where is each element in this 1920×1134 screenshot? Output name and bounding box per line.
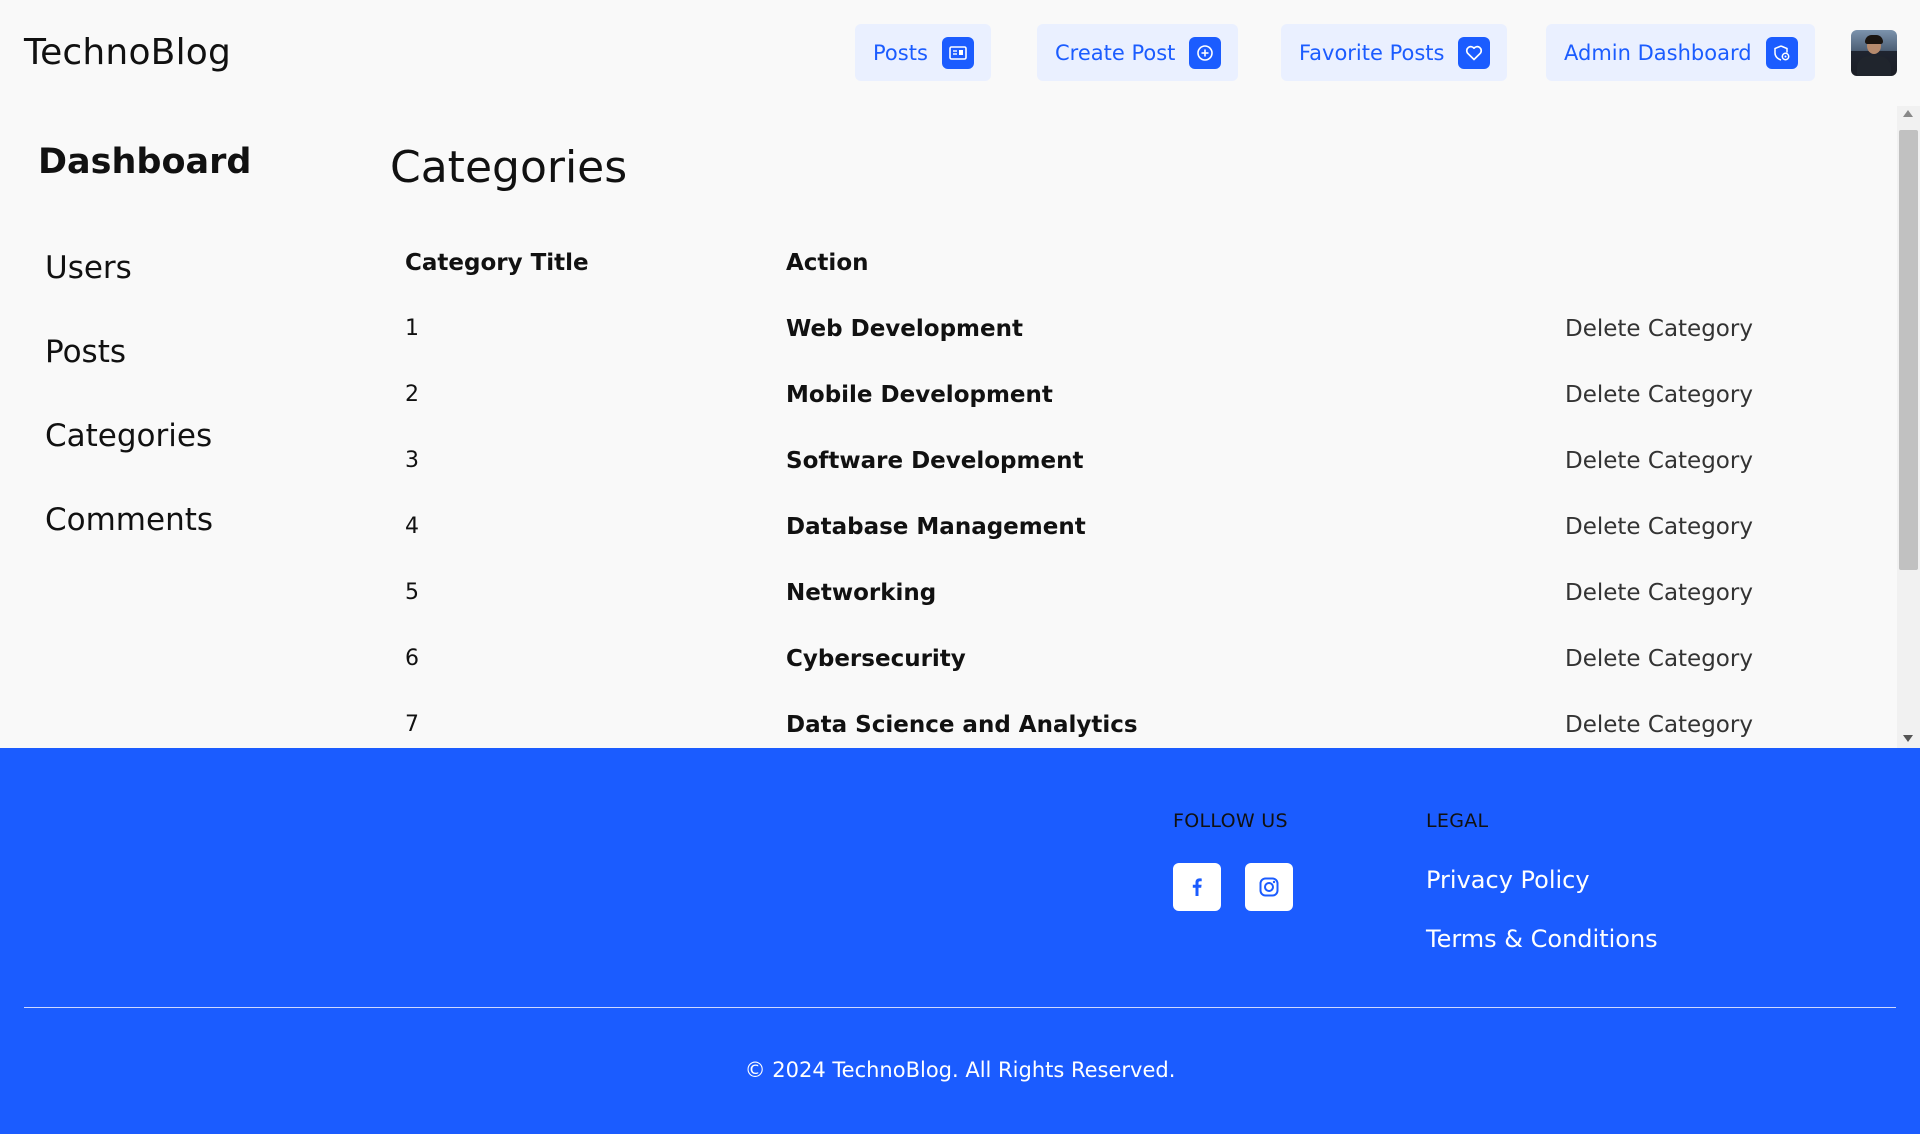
sidebar-title: Dashboard: [38, 142, 252, 182]
nav-create-post-label: Create Post: [1055, 40, 1176, 65]
table-row: 1 Web Development Delete Category: [0, 316, 1880, 382]
category-title: Data Science and Analytics: [786, 712, 1138, 738]
page-title: Categories: [390, 142, 628, 193]
admin-shield-icon: [1765, 36, 1798, 69]
nav-admin-dashboard-label: Admin Dashboard: [1564, 40, 1752, 65]
delete-category-button[interactable]: Delete Category: [1565, 448, 1753, 474]
row-number: 7: [405, 712, 419, 737]
table-row: 2 Mobile Development Delete Category: [0, 382, 1880, 448]
table-row: 4 Database Management Delete Category: [0, 514, 1880, 580]
delete-category-button[interactable]: Delete Category: [1565, 514, 1753, 540]
nav-create-post-button[interactable]: Create Post: [1037, 24, 1239, 81]
scroll-down-arrow-icon[interactable]: [1903, 735, 1913, 742]
sidebar-item-users[interactable]: Users: [45, 250, 132, 286]
category-title: Web Development: [786, 316, 1023, 342]
instagram-icon: [1259, 877, 1279, 897]
privacy-policy-link[interactable]: Privacy Policy: [1426, 866, 1590, 894]
copyright-text: © 2024 TechnoBlog. All Rights Reserved.: [744, 1058, 1176, 1082]
avatar-body: [1857, 56, 1891, 76]
table-row: 3 Software Development Delete Category: [0, 448, 1880, 514]
category-title: Database Management: [786, 514, 1086, 540]
follow-us-heading: FOLLOW US: [1173, 810, 1288, 832]
nav-posts-label: Posts: [873, 40, 928, 65]
column-header-action: Action: [786, 250, 869, 276]
nav-admin-dashboard-button[interactable]: Admin Dashboard: [1546, 24, 1815, 81]
user-avatar[interactable]: [1851, 30, 1897, 76]
category-title: Cybersecurity: [786, 646, 966, 672]
table-row: 5 Networking Delete Category: [0, 580, 1880, 646]
category-title: Software Development: [786, 448, 1084, 474]
newspaper-icon: [941, 36, 974, 69]
delete-category-button[interactable]: Delete Category: [1565, 712, 1753, 738]
instagram-button[interactable]: [1245, 863, 1293, 911]
page-scrollbar[interactable]: [1897, 106, 1920, 748]
nav-favorite-posts-button[interactable]: Favorite Posts: [1281, 24, 1508, 81]
category-title: Networking: [786, 580, 937, 606]
site-footer: FOLLOW US LEGAL Privacy Policy Terms & C…: [0, 748, 1920, 1134]
facebook-icon: [1192, 878, 1202, 896]
row-number: 6: [405, 646, 419, 671]
delete-category-button[interactable]: Delete Category: [1565, 646, 1753, 672]
nav-favorite-posts-label: Favorite Posts: [1299, 40, 1445, 65]
facebook-button[interactable]: [1173, 863, 1221, 911]
row-number: 4: [405, 514, 419, 539]
row-number: 2: [405, 382, 419, 407]
row-number: 5: [405, 580, 419, 605]
site-logo[interactable]: TechnoBlog: [24, 32, 231, 73]
heart-icon: [1458, 36, 1491, 69]
scroll-up-arrow-icon[interactable]: [1903, 110, 1913, 117]
footer-divider: [24, 1007, 1896, 1008]
scroll-thumb[interactable]: [1899, 130, 1918, 570]
row-number: 3: [405, 448, 419, 473]
legal-heading: LEGAL: [1426, 810, 1489, 832]
nav-posts-button[interactable]: Posts: [855, 24, 991, 81]
row-number: 1: [405, 316, 419, 341]
top-navbar: TechnoBlog Posts Create Post Favorite Po…: [0, 0, 1920, 106]
avatar-hair: [1865, 35, 1883, 44]
plus-circle-icon: [1189, 36, 1222, 69]
category-title: Mobile Development: [786, 382, 1053, 408]
delete-category-button[interactable]: Delete Category: [1565, 580, 1753, 606]
column-header-category-title: Category Title: [405, 250, 589, 276]
table-row: 6 Cybersecurity Delete Category: [0, 646, 1880, 712]
terms-conditions-link[interactable]: Terms & Conditions: [1426, 925, 1658, 953]
delete-category-button[interactable]: Delete Category: [1565, 316, 1753, 342]
delete-category-button[interactable]: Delete Category: [1565, 382, 1753, 408]
